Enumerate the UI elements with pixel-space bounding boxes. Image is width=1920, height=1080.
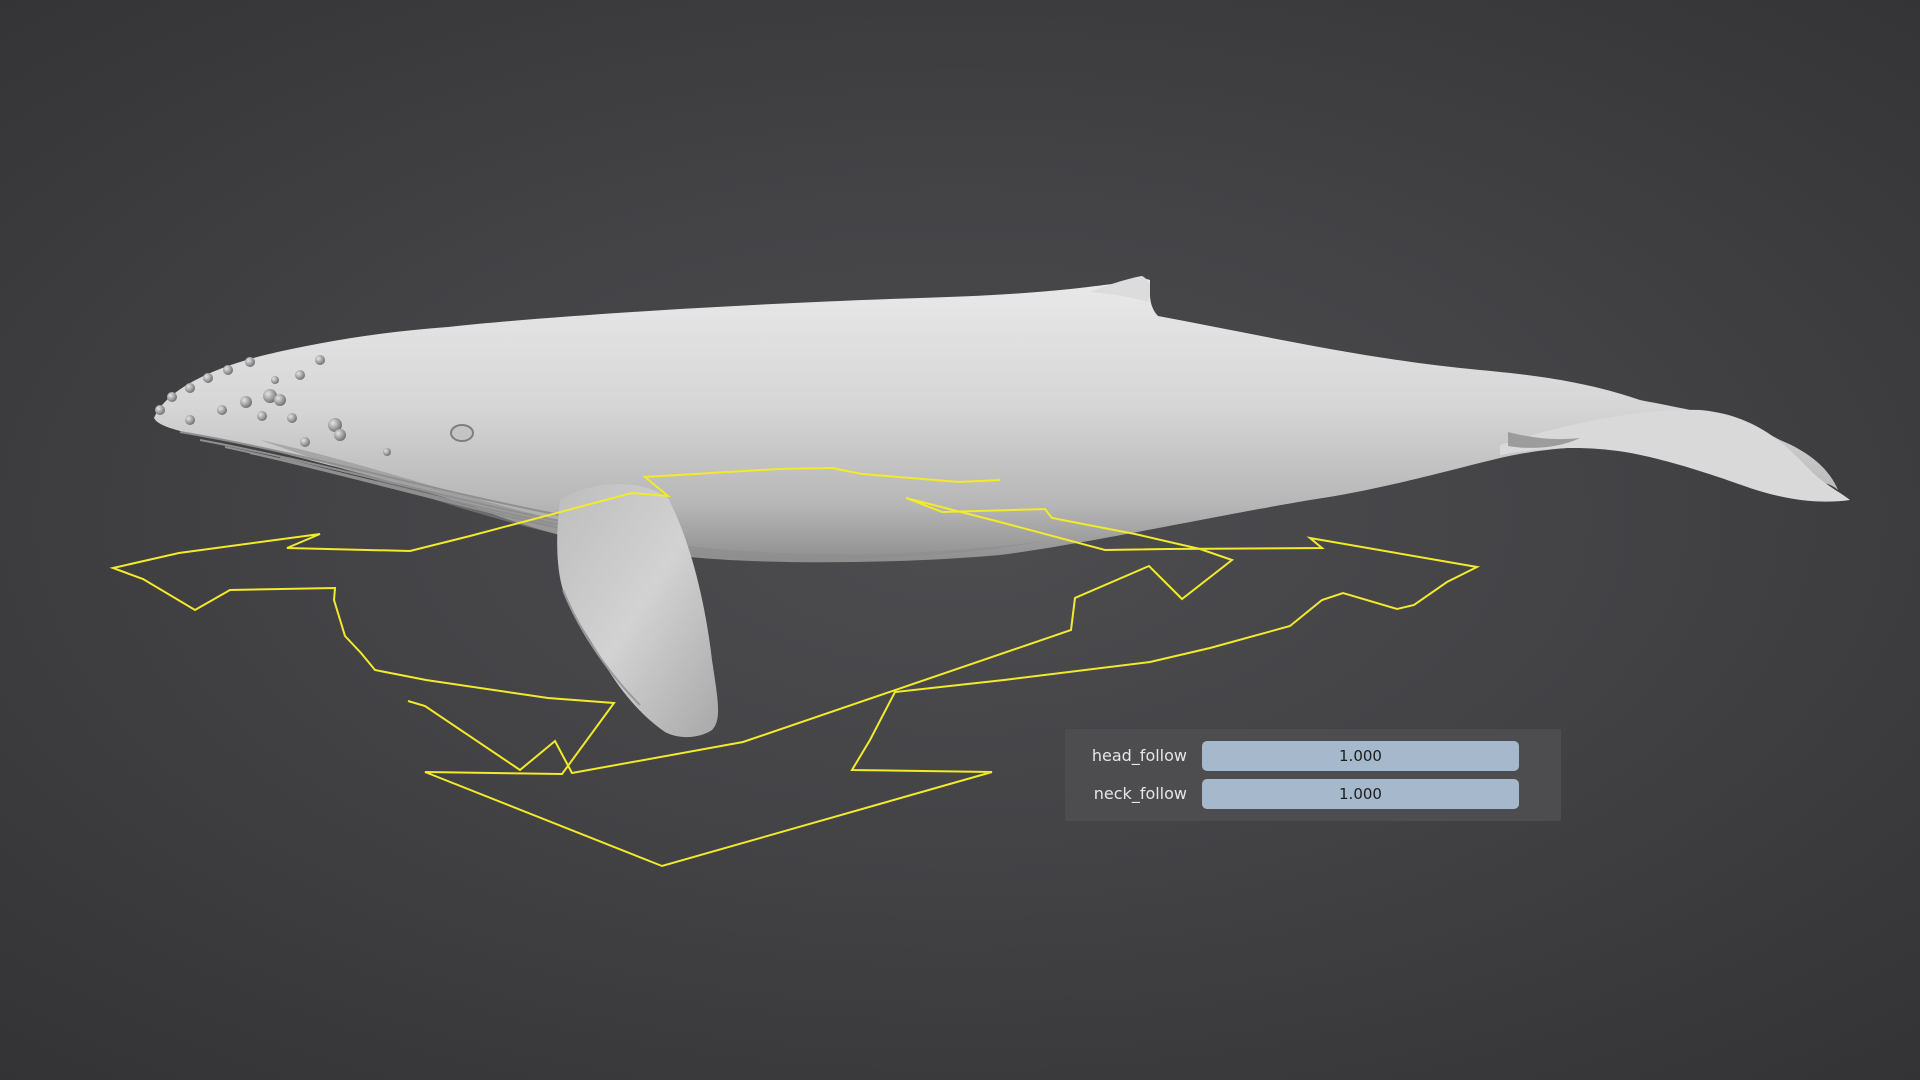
whale-eye xyxy=(450,424,474,442)
property-row-head-follow: head_follow 1.000 xyxy=(1065,741,1561,771)
properties-panel: head_follow 1.000 neck_follow 1.000 xyxy=(1065,729,1561,821)
3d-viewport[interactable] xyxy=(0,0,1920,1080)
property-row-neck-follow: neck_follow 1.000 xyxy=(1065,779,1561,809)
neck-follow-slider[interactable]: 1.000 xyxy=(1202,779,1519,809)
property-label: head_follow xyxy=(1091,746,1187,765)
head-follow-slider[interactable]: 1.000 xyxy=(1202,741,1519,771)
viewport-canvas xyxy=(109,276,1850,868)
whale-body xyxy=(154,278,1838,563)
property-label: neck_follow xyxy=(1093,784,1187,803)
whale-model[interactable] xyxy=(154,276,1850,738)
